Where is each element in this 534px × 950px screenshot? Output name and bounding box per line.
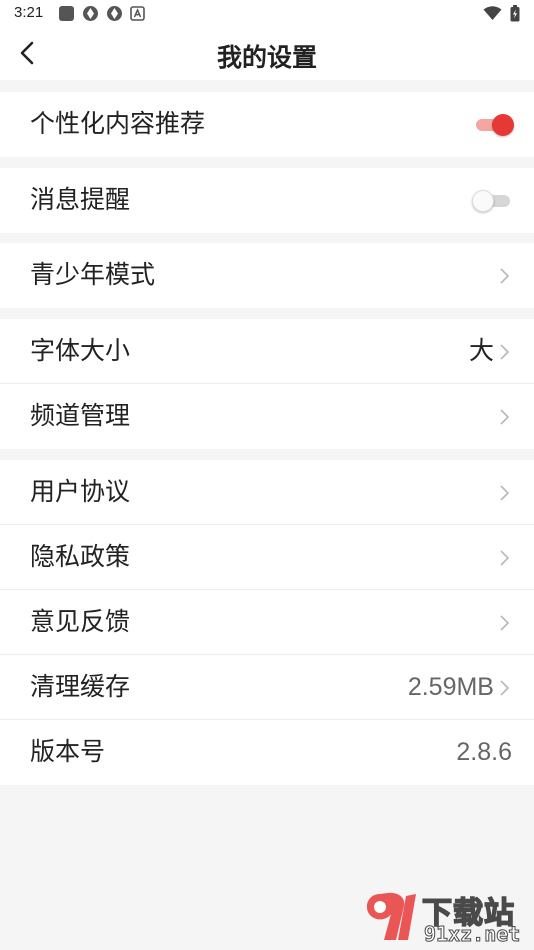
app-aperture-icon-2 xyxy=(107,6,122,21)
row-teen-mode[interactable]: 青少年模式 xyxy=(0,243,534,308)
row-label: 版本号 xyxy=(30,737,106,766)
notification-icons xyxy=(58,5,145,22)
chevron-right-icon xyxy=(500,615,510,631)
version-value: 2.8.6 xyxy=(456,738,512,766)
toggle-knob xyxy=(492,114,514,136)
row-label: 意见反馈 xyxy=(30,607,131,636)
row-label: 青少年模式 xyxy=(30,260,156,289)
settings-group-teen: 青少年模式 xyxy=(0,243,534,308)
page-title: 我的设置 xyxy=(216,43,317,72)
settings-group-recommend: 个性化内容推荐 xyxy=(0,92,534,157)
app-aperture-icon xyxy=(83,6,98,21)
cache-size-value: 2.59MB xyxy=(407,673,494,701)
system-icons xyxy=(483,5,520,22)
toggle-knob xyxy=(472,190,494,212)
battery-icon xyxy=(510,5,520,22)
status-time: 3:21 xyxy=(14,4,44,21)
font-size-value: 大 xyxy=(468,336,494,365)
row-label: 消息提醒 xyxy=(30,185,131,214)
row-label: 字体大小 xyxy=(30,336,131,365)
row-notifications[interactable]: 消息提醒 xyxy=(0,168,534,233)
watermark-logo: 下载站 91xz.net xyxy=(358,888,528,948)
app-bar: 我的设置 xyxy=(0,28,534,80)
row-privacy[interactable]: 隐私政策 xyxy=(0,525,534,590)
chevron-right-icon xyxy=(500,409,510,425)
chevron-right-icon xyxy=(500,485,510,501)
chevron-right-icon xyxy=(500,344,510,360)
row-feedback[interactable]: 意见反馈 xyxy=(0,590,534,655)
row-clear-cache[interactable]: 清理缓存 2.59MB xyxy=(0,655,534,720)
settings-group-notify: 消息提醒 xyxy=(0,168,534,233)
settings-group-display: 字体大小 大 频道管理 xyxy=(0,319,534,449)
chevron-right-icon xyxy=(500,268,510,284)
chevron-right-icon xyxy=(500,680,510,696)
chevron-right-icon xyxy=(500,550,510,566)
watermark-91-icon xyxy=(366,892,416,940)
wifi-icon xyxy=(483,6,502,20)
row-version: 版本号 2.8.6 xyxy=(0,720,534,785)
settings-group-about: 用户协议 隐私政策 意见反馈 清理缓存 2.59MB 版本号 2.8.6 xyxy=(0,460,534,785)
row-label: 清理缓存 xyxy=(30,672,131,701)
row-label: 用户协议 xyxy=(30,477,131,506)
status-bar: 3:21 xyxy=(0,0,534,28)
app-a-icon xyxy=(130,6,145,21)
settings-screen: 3:21 我的设置 个性化内容推荐 消息提醒 青少年模式 字体大小 大 频道管理… xyxy=(0,0,534,950)
notifications-toggle[interactable] xyxy=(472,190,512,212)
row-label: 隐私政策 xyxy=(30,542,131,571)
row-channel[interactable]: 频道管理 xyxy=(0,384,534,449)
app-square-icon xyxy=(59,6,74,21)
watermark-domain: 91xz.net xyxy=(423,922,521,947)
row-personalized[interactable]: 个性化内容推荐 xyxy=(0,92,534,157)
personalized-toggle[interactable] xyxy=(474,114,514,136)
row-label: 个性化内容推荐 xyxy=(30,109,206,138)
row-font-size[interactable]: 字体大小 大 xyxy=(0,319,534,384)
row-label: 频道管理 xyxy=(30,401,131,430)
row-user-agreement[interactable]: 用户协议 xyxy=(0,460,534,525)
